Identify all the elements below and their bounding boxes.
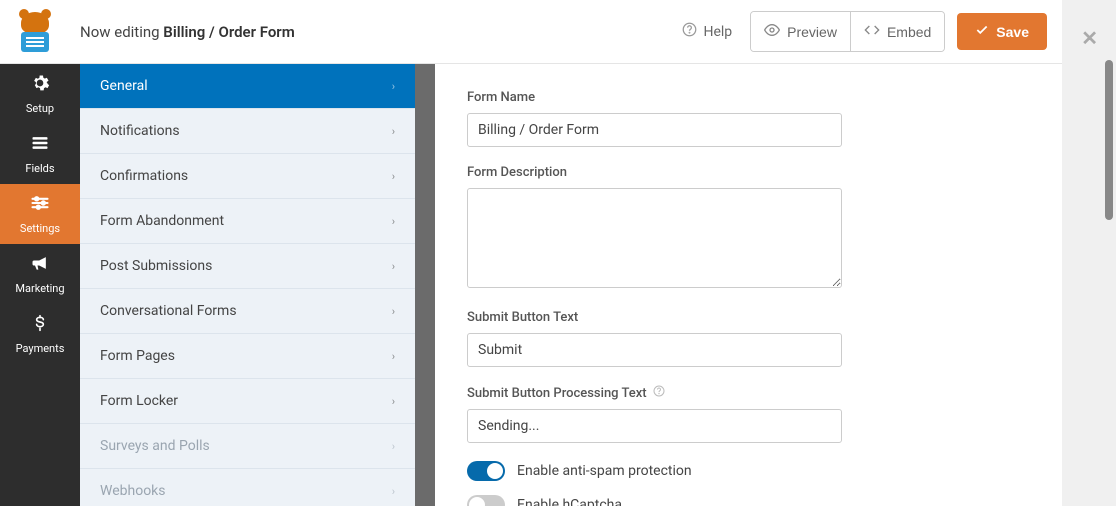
chevron-right-icon: › (392, 485, 395, 498)
settings-item-confirmations[interactable]: Confirmations › (80, 154, 415, 199)
embed-button[interactable]: Embed (851, 12, 944, 51)
submit-processing-input[interactable] (467, 409, 842, 443)
chevron-right-icon: › (392, 305, 395, 318)
help-link[interactable]: Help (682, 22, 732, 41)
code-icon (864, 22, 880, 41)
submit-text-input[interactable] (467, 333, 842, 367)
settings-item-label: Conversational Forms (100, 303, 237, 319)
settings-item-conversational-forms[interactable]: Conversational Forms › (80, 289, 415, 334)
settings-item-label: Notifications (100, 123, 180, 139)
page-title: Now editing Billing / Order Form (80, 23, 295, 41)
chevron-right-icon: › (392, 80, 395, 93)
nav-setup[interactable]: Setup (0, 64, 80, 124)
gear-icon (30, 73, 50, 97)
scrollbar[interactable] (1105, 60, 1113, 220)
settings-item-webhooks[interactable]: Webhooks › (80, 469, 415, 506)
form-name-input[interactable] (467, 113, 842, 147)
dollar-icon (32, 313, 48, 337)
preview-label: Preview (787, 24, 837, 40)
form-description-label: Form Description (467, 165, 1030, 180)
eye-icon (764, 22, 780, 41)
settings-item-form-locker[interactable]: Form Locker › (80, 379, 415, 424)
nav-label: Settings (20, 222, 60, 235)
chevron-right-icon: › (392, 260, 395, 273)
nav-fields[interactable]: Fields (0, 124, 80, 184)
form-description-input[interactable] (467, 188, 842, 288)
settings-panel: General›Notifications›Confirmations›Form… (80, 64, 415, 506)
chevron-right-icon: › (392, 170, 395, 183)
settings-item-label: Form Locker (100, 393, 178, 409)
nav-label: Setup (26, 102, 54, 115)
settings-item-post-submissions[interactable]: Post Submissions › (80, 244, 415, 289)
chevron-right-icon: › (392, 215, 395, 228)
editing-prefix: Now editing (80, 23, 163, 41)
chevron-right-icon: › (392, 350, 395, 363)
antispam-toggle[interactable] (467, 461, 505, 481)
hcaptcha-label: Enable hCaptcha (517, 497, 622, 506)
nav-settings[interactable]: Settings (0, 184, 80, 244)
settings-item-form-abandonment[interactable]: Form Abandonment › (80, 199, 415, 244)
help-icon (682, 22, 697, 41)
antispam-label: Enable anti-spam protection (517, 463, 692, 479)
nav-label: Payments (16, 342, 65, 355)
form-name-label: Form Name (467, 90, 1030, 105)
settings-item-surveys-and-polls[interactable]: Surveys and Polls › (80, 424, 415, 469)
settings-item-notifications[interactable]: Notifications › (80, 109, 415, 154)
settings-item-label: Confirmations (100, 168, 188, 184)
help-icon[interactable] (653, 386, 665, 400)
chevron-right-icon: › (392, 395, 395, 408)
logo (15, 12, 55, 52)
left-nav: Setup Fields Settings Marketing (0, 64, 80, 506)
chevron-right-icon: › (392, 440, 395, 453)
bullhorn-icon (30, 253, 50, 277)
hcaptcha-toggle[interactable] (467, 495, 505, 506)
help-label: Help (703, 24, 732, 40)
settings-item-form-pages[interactable]: Form Pages › (80, 334, 415, 379)
nav-marketing[interactable]: Marketing (0, 244, 80, 304)
settings-item-label: Form Pages (100, 348, 175, 364)
save-button[interactable]: Save (957, 13, 1047, 50)
form-content: Form Name Form Description Submit Button… (415, 64, 1062, 506)
chevron-right-icon: › (392, 125, 395, 138)
nav-payments[interactable]: Payments (0, 304, 80, 364)
settings-item-label: Form Abandonment (100, 213, 224, 229)
form-name-title: Billing / Order Form (163, 23, 294, 41)
submit-processing-label: Submit Button Processing Text (467, 385, 1030, 401)
settings-item-label: Webhooks (100, 483, 166, 499)
settings-item-general[interactable]: General › (80, 64, 415, 109)
list-icon (30, 133, 50, 157)
submit-text-label: Submit Button Text (467, 310, 1030, 325)
close-icon[interactable]: ✕ (1081, 26, 1098, 50)
embed-label: Embed (887, 24, 931, 40)
check-icon (975, 23, 989, 40)
preview-button[interactable]: Preview (751, 12, 851, 51)
sliders-icon (30, 193, 50, 217)
save-label: Save (996, 24, 1029, 40)
settings-item-label: General (100, 78, 148, 94)
nav-label: Marketing (15, 282, 64, 295)
settings-item-label: Surveys and Polls (100, 438, 210, 454)
nav-label: Fields (25, 162, 54, 175)
settings-item-label: Post Submissions (100, 258, 212, 274)
